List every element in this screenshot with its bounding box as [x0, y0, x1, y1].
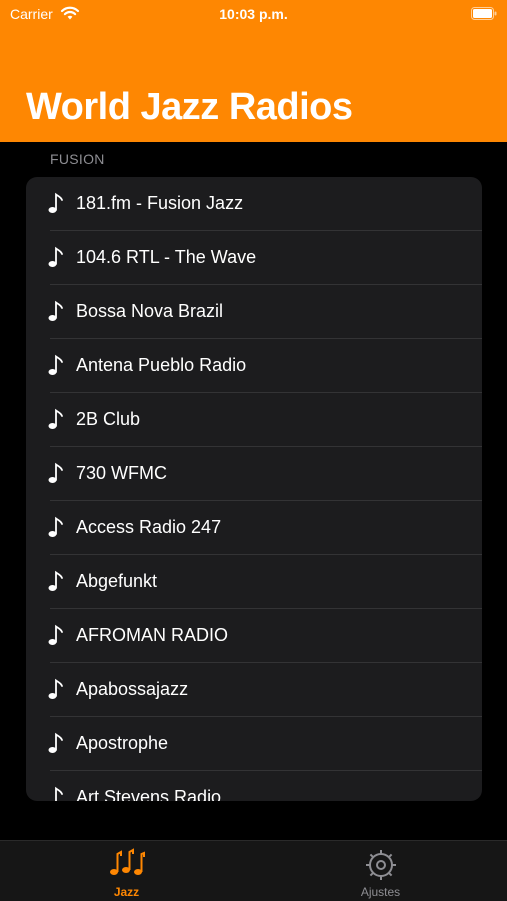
- station-name: Bossa Nova Brazil: [76, 301, 224, 321]
- station-name: 730 WFMC: [76, 463, 168, 483]
- music-note-icon: [48, 678, 63, 699]
- station-row[interactable]: AFROMAN RADIO: [26, 609, 482, 663]
- station-row[interactable]: Abgefunkt: [26, 555, 482, 609]
- music-note-icon: [48, 408, 63, 429]
- station-name: Antena Pueblo Radio: [76, 355, 247, 375]
- music-note-icon: [48, 732, 63, 753]
- battery-icon: [471, 7, 497, 20]
- music-note-icon: [48, 300, 63, 321]
- music-note-icon: [48, 246, 63, 267]
- gear-icon: [365, 850, 396, 880]
- tab-jazz-label: Jazz: [113, 885, 140, 899]
- section-header: FUSION: [50, 151, 105, 167]
- station-list: 181.fm - Fusion Jazz 104.6 RTL - The Wave…: [26, 177, 482, 801]
- music-note-icon: [48, 462, 63, 483]
- station-name: Art Stevens Radio: [76, 787, 222, 801]
- station-name: Apostrophe: [76, 733, 169, 753]
- station-row[interactable]: 104.6 RTL - The Wave: [26, 231, 482, 285]
- music-note-icon: [48, 516, 63, 537]
- music-note-icon: [48, 624, 63, 645]
- music-note-icon: [48, 192, 63, 213]
- station-name: 104.6 RTL - The Wave: [76, 247, 257, 267]
- tab-ajustes[interactable]: Ajustes: [254, 841, 507, 901]
- station-name: Abgefunkt: [76, 571, 158, 591]
- station-row[interactable]: Art Stevens Radio: [26, 771, 482, 801]
- music-note-icon: [48, 570, 63, 591]
- station-name: 181.fm - Fusion Jazz: [76, 193, 244, 213]
- tab-bar: Jazz Ajustes: [0, 840, 507, 901]
- station-name: Access Radio 247: [76, 517, 222, 537]
- station-name: AFROMAN RADIO: [76, 625, 229, 645]
- station-row[interactable]: Apostrophe: [26, 717, 482, 771]
- music-note-icon: [55, 786, 63, 801]
- tab-ajustes-label: Ajustes: [360, 885, 401, 899]
- station-row[interactable]: Bossa Nova Brazil: [26, 285, 482, 339]
- station-row[interactable]: Access Radio 247: [26, 501, 482, 555]
- status-time: 10:03 p.m.: [219, 6, 288, 22]
- music-note-icon: [48, 354, 63, 375]
- station-name: 2B Club: [76, 409, 141, 429]
- tab-jazz[interactable]: Jazz: [0, 841, 253, 901]
- station-row[interactable]: 730 WFMC: [26, 447, 482, 501]
- header: Carrier 10:03 p.m. World Jazz Radios: [0, 0, 507, 142]
- station-row[interactable]: Antena Pueblo Radio: [26, 339, 482, 393]
- station-row[interactable]: 2B Club: [26, 393, 482, 447]
- station-row[interactable]: 181.fm - Fusion Jazz: [26, 177, 482, 231]
- music-notes-icon: [109, 848, 145, 875]
- page-title: World Jazz Radios: [26, 86, 353, 128]
- station-name: Apabossajazz: [76, 679, 189, 699]
- station-row[interactable]: Apabossajazz: [26, 663, 482, 717]
- status-bar: Carrier 10:03 p.m.: [0, 0, 507, 28]
